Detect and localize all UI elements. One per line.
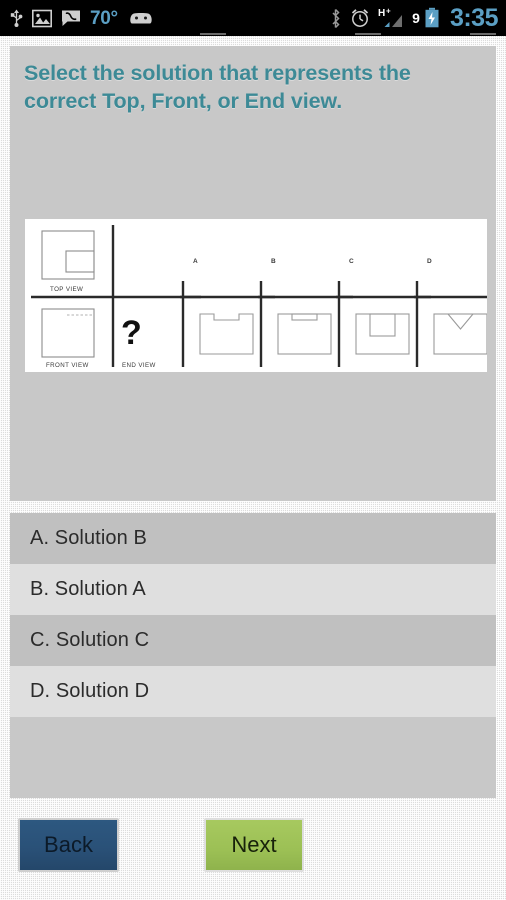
- status-bar-left-icons: 70°: [10, 8, 329, 28]
- options-empty-area: [10, 717, 496, 798]
- top-view-label: TOP VIEW: [50, 286, 83, 293]
- android-face-icon: [130, 12, 152, 23]
- svg-text:H: H: [378, 8, 385, 19]
- choice-c-label: C: [349, 258, 354, 265]
- image-icon: [32, 9, 52, 27]
- clock-label: 3:35: [449, 3, 499, 32]
- next-button-label: Next: [231, 832, 277, 857]
- diagram-svg: TOP VIEW FRONT VIEW ? END VIEW A B C D: [31, 225, 487, 369]
- choice-a-label: A: [193, 258, 198, 265]
- signal-hplus-icon: H +: [378, 7, 403, 27]
- option-row-b[interactable]: B. Solution A: [10, 564, 496, 615]
- choice-a-shape: [199, 313, 254, 355]
- temperature-indicator: 70°: [90, 7, 118, 29]
- choice-b-inner-rect: [291, 313, 318, 321]
- end-view-label: END VIEW: [122, 362, 156, 369]
- choice-c-inner-rect: [369, 313, 396, 337]
- back-button-label: Back: [44, 832, 93, 857]
- option-label-c: C. Solution C: [30, 629, 150, 651]
- choice-d-shape: [433, 313, 487, 355]
- voicemail-icon: [62, 10, 80, 26]
- option-row-d[interactable]: D. Solution D: [10, 666, 496, 717]
- usb-icon: [10, 9, 23, 27]
- choice-d-vee: [447, 313, 474, 330]
- battery-icon: [425, 7, 439, 28]
- status-bar-divider: [0, 32, 506, 35]
- choice-b-label: B: [271, 258, 276, 265]
- answer-options-list: A. Solution B B. Solution A C. Solution …: [10, 513, 496, 798]
- battery-percent-label: 9: [412, 10, 420, 26]
- end-view-question-mark: ?: [121, 314, 142, 352]
- back-button[interactable]: Back: [18, 818, 119, 872]
- status-bar-right-icons: H + 9 3:35: [329, 3, 499, 32]
- svg-text:+: +: [386, 7, 391, 16]
- option-label-d: D. Solution D: [30, 680, 150, 702]
- option-row-a[interactable]: A. Solution B: [10, 513, 496, 564]
- choice-d-label: D: [427, 258, 432, 265]
- choice-c-shape: [355, 313, 410, 355]
- status-bar[interactable]: 70° H + 9 3:35: [0, 0, 506, 36]
- next-button[interactable]: Next: [204, 818, 304, 872]
- bluetooth-icon: [332, 8, 340, 28]
- alarm-clock-icon: [352, 9, 369, 27]
- orthographic-views-diagram: TOP VIEW FRONT VIEW ? END VIEW A B C D: [25, 219, 487, 373]
- front-view-label: FRONT VIEW: [46, 362, 89, 369]
- option-label-a: A. Solution B: [30, 527, 147, 549]
- navigation-bar: Back Next: [0, 812, 506, 878]
- quiz-content: Select the solution that represents the …: [0, 46, 506, 878]
- option-label-b: B. Solution A: [30, 578, 146, 600]
- question-text: Select the solution that represents the …: [24, 61, 411, 113]
- question-card: Select the solution that represents the …: [10, 46, 496, 501]
- option-row-c[interactable]: C. Solution C: [10, 615, 496, 666]
